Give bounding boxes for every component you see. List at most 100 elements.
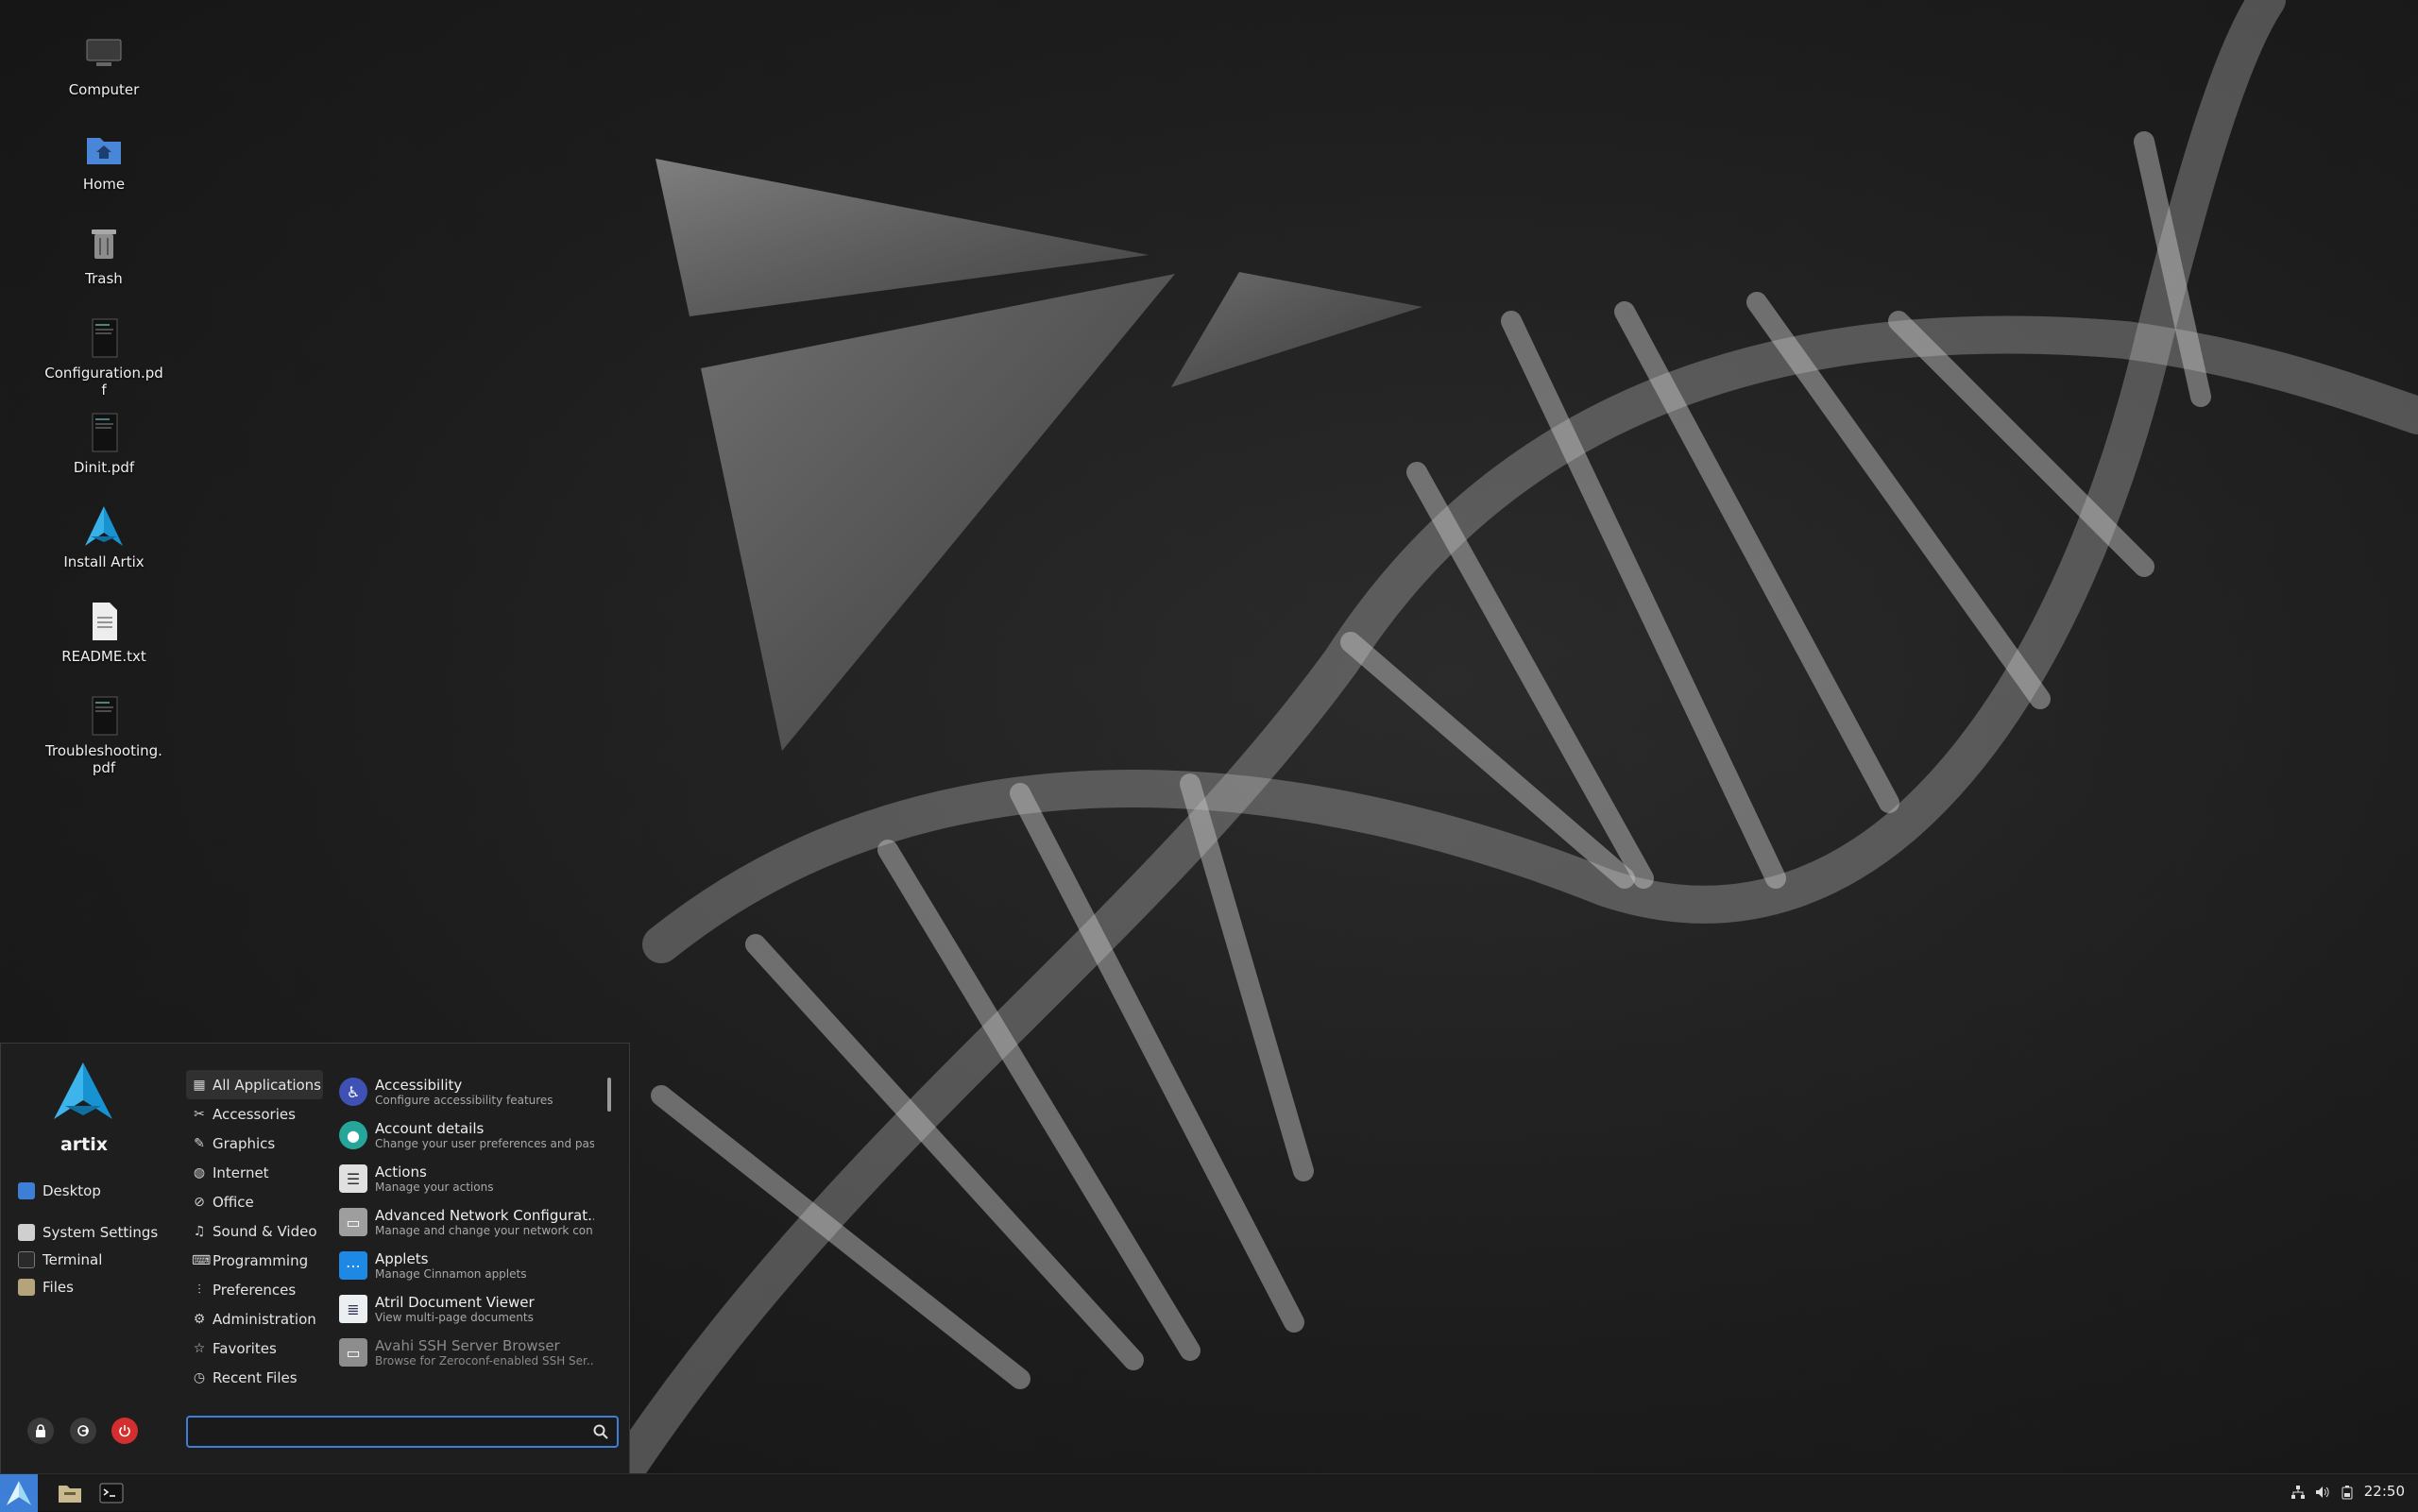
app-name: Advanced Network Configurat... bbox=[375, 1207, 594, 1224]
desktop-icon-label: Troubleshooting.pdf bbox=[45, 742, 162, 776]
category-sound-video[interactable]: ♫ Sound & Video bbox=[186, 1216, 323, 1246]
settings-icon bbox=[18, 1224, 35, 1241]
taskbar-terminal[interactable] bbox=[96, 1478, 127, 1508]
category-recent-files[interactable]: ◷ Recent Files bbox=[186, 1363, 323, 1392]
app-actions[interactable]: ☰ Actions Manage your actions bbox=[339, 1157, 594, 1200]
place-label: Files bbox=[43, 1279, 74, 1296]
globe-icon: ◍ bbox=[193, 1164, 206, 1181]
pdf-document-icon bbox=[92, 318, 118, 358]
app-account-details[interactable]: ● Account details Change your user prefer… bbox=[339, 1113, 594, 1157]
desktop-icon-dinit-pdf[interactable]: Dinit.pdf bbox=[43, 410, 165, 476]
category-label: Favorites bbox=[213, 1339, 277, 1357]
place-desktop[interactable]: Desktop bbox=[18, 1179, 101, 1203]
app-accessibility[interactable]: ♿ Accessibility Configure accessibility f… bbox=[339, 1070, 594, 1113]
applets-icon: ⋯ bbox=[339, 1251, 367, 1280]
panel-clock[interactable]: 22:50 bbox=[2364, 1483, 2405, 1500]
sliders-icon: ⫶ bbox=[197, 1282, 201, 1298]
artix-menu-icon bbox=[6, 1481, 32, 1505]
network-config-icon: ▭ bbox=[339, 1208, 367, 1236]
category-office[interactable]: ⊘ Office bbox=[186, 1187, 323, 1216]
category-label: Programming bbox=[213, 1251, 309, 1269]
desktop-icon-label: Trash bbox=[85, 270, 123, 287]
category-accessories[interactable]: ✂ Accessories bbox=[186, 1099, 323, 1129]
palette-icon: ✎ bbox=[194, 1135, 205, 1151]
desktop-icon-label: Dinit.pdf bbox=[73, 459, 135, 476]
category-internet[interactable]: ◍ Internet bbox=[186, 1158, 323, 1187]
desktop-icon-readme[interactable]: README.txt bbox=[43, 599, 165, 665]
category-favorites[interactable]: ☆ Favorites bbox=[186, 1334, 323, 1363]
volume-icon bbox=[2316, 1487, 2329, 1498]
category-all-applications[interactable]: ▦ All Applications bbox=[186, 1070, 323, 1099]
artix-install-icon bbox=[85, 506, 123, 546]
desktop-icon-install-artix[interactable]: Install Artix bbox=[43, 504, 165, 570]
category-label: Preferences bbox=[213, 1281, 297, 1299]
app-avahi-ssh-server-browser[interactable]: ▭ Avahi SSH Server Browser Browse for Zer… bbox=[339, 1331, 594, 1374]
category-administration[interactable]: ⚙ Administration bbox=[186, 1304, 323, 1334]
desktop-icon-label: README.txt bbox=[61, 648, 146, 665]
document-viewer-icon: ≣ bbox=[339, 1295, 367, 1323]
app-name: Accessibility bbox=[375, 1077, 463, 1094]
app-advanced-network-configuration[interactable]: ▭ Advanced Network Configurat... Manage a… bbox=[339, 1200, 594, 1244]
app-name: Account details bbox=[375, 1120, 485, 1137]
app-applets[interactable]: ⋯ Applets Manage Cinnamon applets bbox=[339, 1244, 594, 1287]
artix-logo-icon bbox=[54, 1062, 112, 1119]
place-label: System Settings bbox=[43, 1224, 159, 1241]
pdf-document-icon bbox=[92, 413, 118, 452]
taskbar-file-manager[interactable] bbox=[55, 1478, 85, 1508]
category-label: All Applications bbox=[213, 1076, 321, 1094]
category-label: Sound & Video bbox=[213, 1222, 317, 1240]
desktop-icon-troubleshooting-pdf[interactable]: Troubleshooting.pdf bbox=[43, 693, 165, 776]
app-description: Configure accessibility features bbox=[375, 1094, 553, 1107]
app-description: Manage your actions bbox=[375, 1181, 494, 1194]
desktop-icon-home[interactable]: Home bbox=[43, 127, 165, 193]
category-label: Graphics bbox=[213, 1134, 276, 1152]
shutdown-button[interactable] bbox=[111, 1418, 138, 1444]
desktop-folder-icon bbox=[18, 1182, 35, 1199]
network-tray-button[interactable] bbox=[2288, 1482, 2308, 1503]
application-menu: artix Desktop System Settings Terminal F… bbox=[0, 1043, 630, 1473]
accessibility-icon: ♿ bbox=[339, 1078, 367, 1106]
category-preferences[interactable]: ⫶ Preferences bbox=[186, 1275, 323, 1304]
menu-brand-label: artix bbox=[60, 1134, 109, 1155]
category-label: Recent Files bbox=[213, 1368, 298, 1386]
menu-search-box[interactable] bbox=[186, 1416, 619, 1448]
computer-icon bbox=[86, 39, 122, 66]
place-files[interactable]: Files bbox=[18, 1275, 74, 1300]
place-label: Desktop bbox=[43, 1182, 101, 1199]
files-icon bbox=[18, 1279, 35, 1296]
category-list: ▦ All Applications ✂ Accessories ✎ Graphics… bbox=[186, 1070, 323, 1392]
user-account-icon: ● bbox=[339, 1121, 367, 1149]
desktop-icon-label: Computer bbox=[68, 81, 140, 98]
volume-tray-button[interactable] bbox=[2312, 1482, 2333, 1503]
place-label: Terminal bbox=[43, 1251, 103, 1268]
category-label: Accessories bbox=[213, 1105, 296, 1123]
tools-icon: ✂ bbox=[194, 1106, 205, 1122]
logout-icon bbox=[77, 1425, 90, 1436]
power-icon bbox=[119, 1425, 130, 1437]
app-name: Avahi SSH Server Browser bbox=[375, 1337, 560, 1354]
lock-icon bbox=[36, 1424, 45, 1437]
menu-button[interactable] bbox=[0, 1474, 38, 1512]
place-system-settings[interactable]: System Settings bbox=[18, 1220, 158, 1245]
category-graphics[interactable]: ✎ Graphics bbox=[186, 1129, 323, 1158]
app-list-scrollbar[interactable] bbox=[607, 1078, 611, 1112]
desktop-icon-configuration-pdf[interactable]: Configuration.pdf bbox=[43, 315, 165, 399]
pdf-document-icon bbox=[92, 696, 118, 736]
star-icon: ☆ bbox=[193, 1340, 206, 1356]
app-name: Atril Document Viewer bbox=[375, 1294, 535, 1311]
application-list: ♿ Accessibility Configure accessibility f… bbox=[339, 1070, 594, 1401]
battery-icon bbox=[2341, 1486, 2353, 1500]
place-terminal[interactable]: Terminal bbox=[18, 1248, 102, 1272]
desktop-icon-trash[interactable]: Trash bbox=[43, 221, 165, 287]
battery-tray-button[interactable] bbox=[2337, 1482, 2358, 1503]
search-input[interactable] bbox=[196, 1421, 577, 1444]
lock-screen-button[interactable] bbox=[27, 1418, 54, 1444]
logout-button[interactable] bbox=[70, 1418, 96, 1444]
desktop-icon-label: Install Artix bbox=[63, 553, 145, 570]
desktop-icon-computer[interactable]: Computer bbox=[43, 32, 165, 98]
app-atril-document-viewer[interactable]: ≣ Atril Document Viewer View multi-page d… bbox=[339, 1287, 594, 1331]
category-programming[interactable]: ⌨ Programming bbox=[186, 1246, 323, 1275]
grid-icon: ▦ bbox=[193, 1077, 206, 1093]
home-folder-icon bbox=[87, 138, 121, 164]
app-description: Manage Cinnamon applets bbox=[375, 1267, 527, 1281]
